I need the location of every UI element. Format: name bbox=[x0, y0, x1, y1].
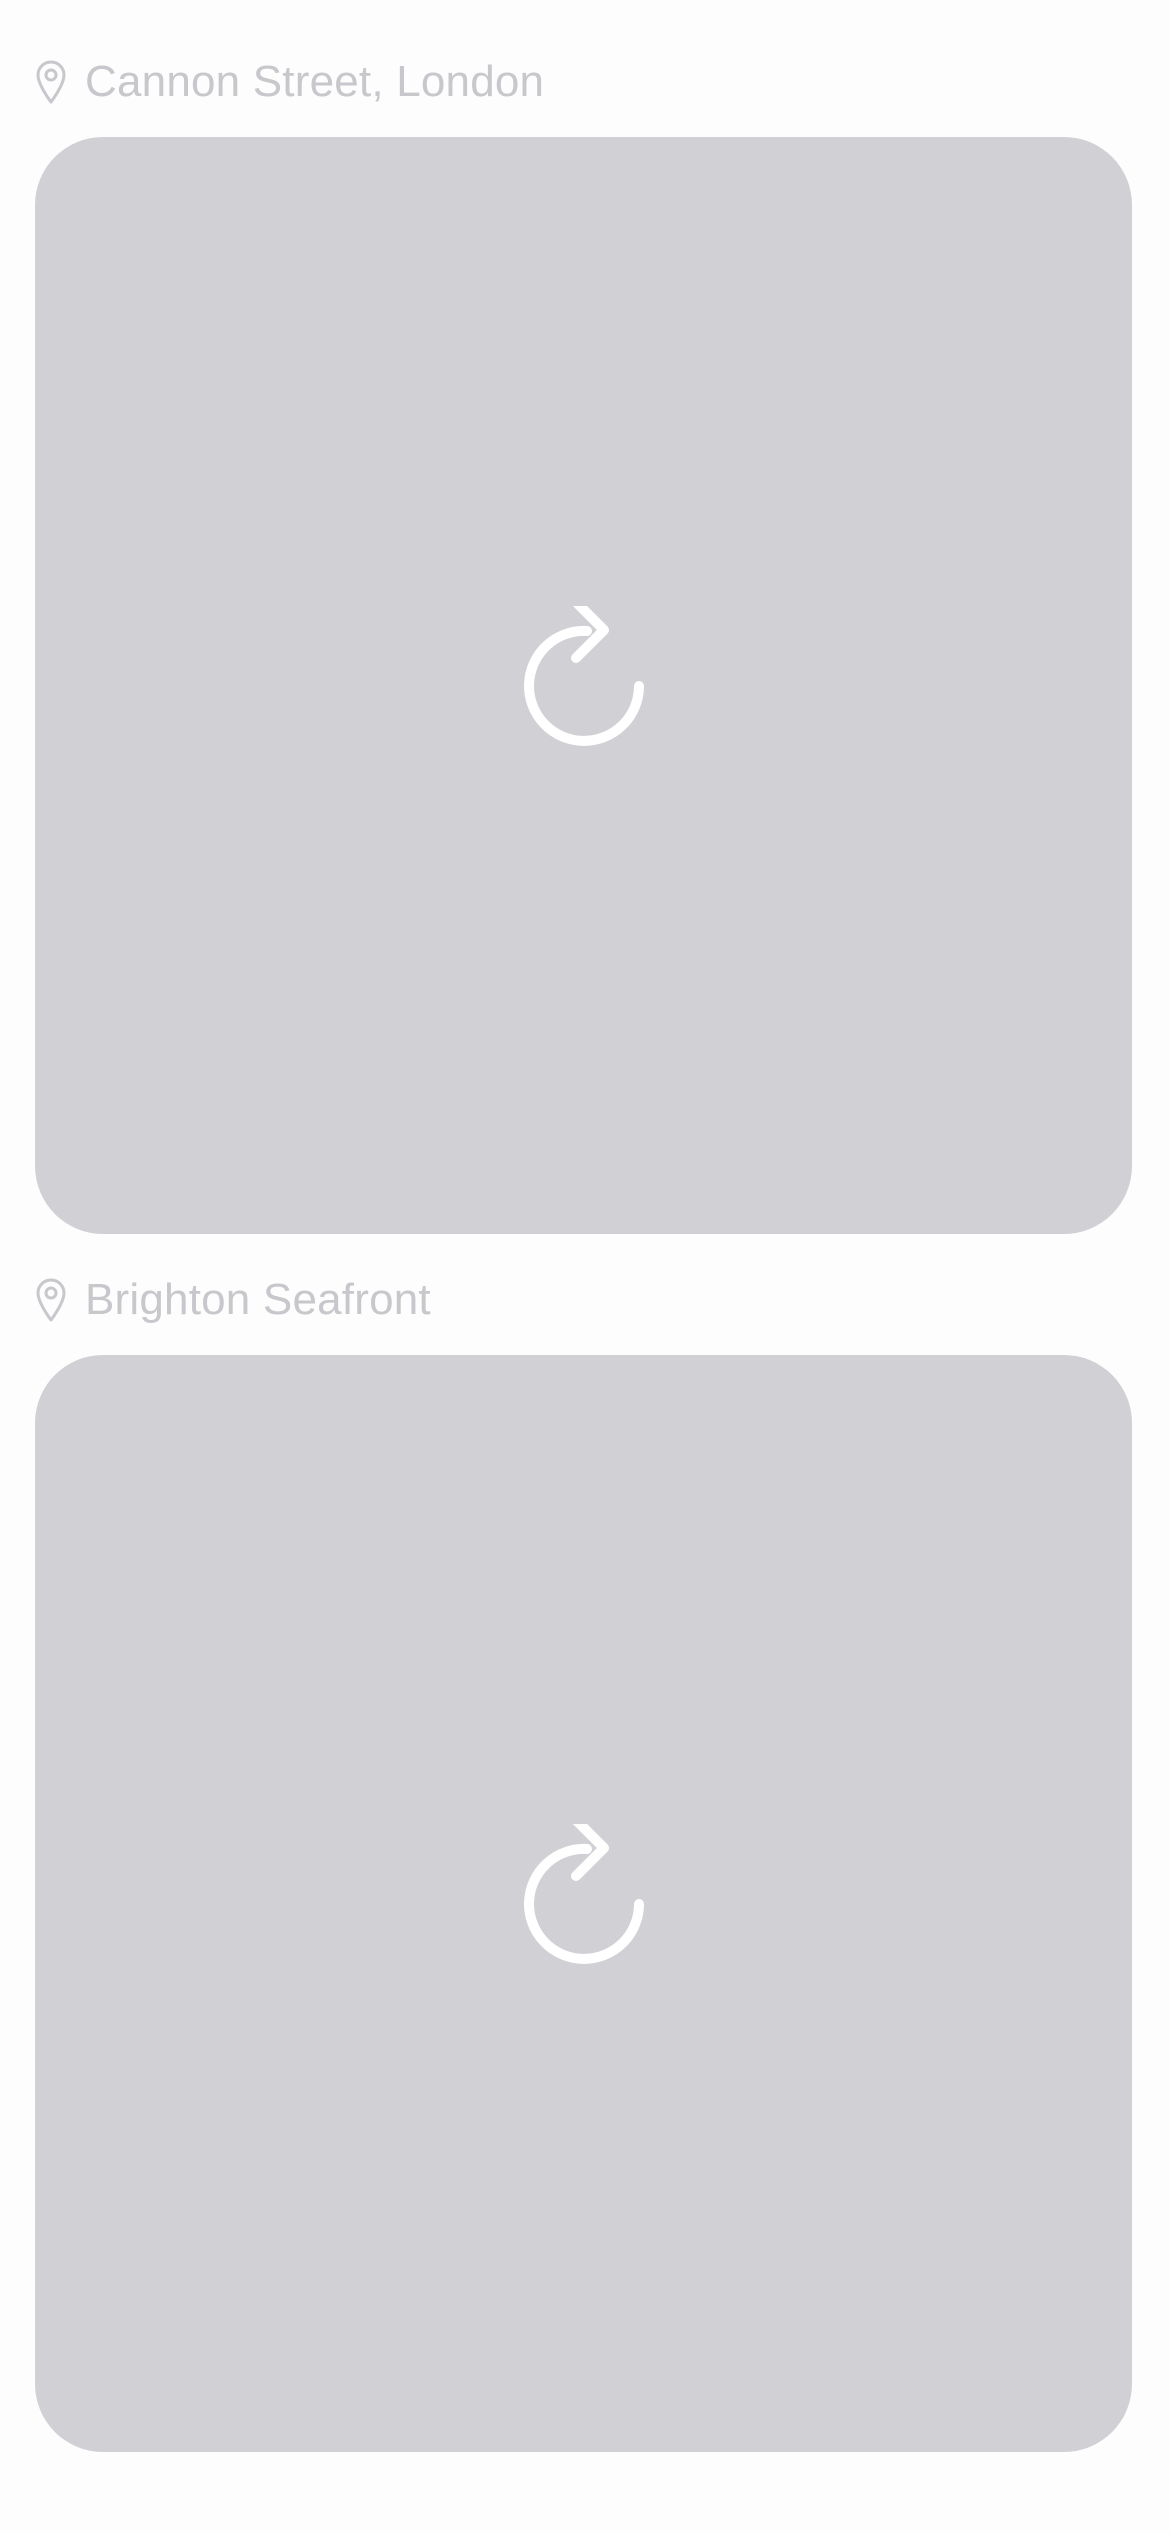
location-name: Cannon Street, London bbox=[85, 57, 545, 106]
image-placeholder[interactable] bbox=[35, 137, 1132, 1234]
location-name: Brighton Seafront bbox=[85, 1275, 431, 1324]
location-header: Brighton Seafront bbox=[35, 1270, 431, 1330]
reload-icon[interactable] bbox=[514, 1823, 654, 1984]
location-pin-icon bbox=[35, 1277, 67, 1323]
location-header: Cannon Street, London bbox=[35, 52, 544, 112]
location-pin-icon bbox=[35, 59, 67, 105]
image-placeholder[interactable] bbox=[35, 1355, 1132, 2452]
reload-icon[interactable] bbox=[514, 605, 654, 766]
